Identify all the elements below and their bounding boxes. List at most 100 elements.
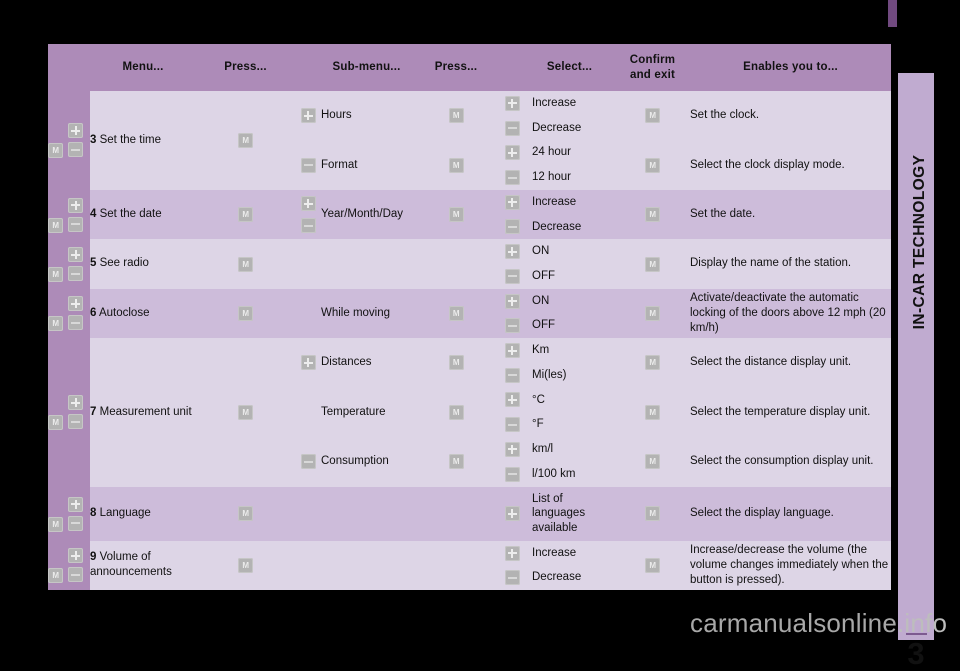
minus-button-icon[interactable] (68, 315, 83, 331)
press-submenu-cell[interactable]: M (412, 437, 500, 487)
mode-button-icon[interactable]: M (238, 305, 253, 321)
select-icon-cell[interactable] (500, 189, 524, 215)
nav-cell[interactable]: M (48, 288, 90, 339)
plus-button-icon[interactable] (68, 197, 83, 213)
select-icon-cell[interactable] (500, 362, 524, 388)
nav-button-cluster[interactable]: M (48, 197, 90, 233)
minus-button-icon[interactable] (504, 170, 520, 186)
mode-button-icon[interactable]: M (645, 557, 660, 573)
mode-button-icon[interactable]: M (645, 355, 660, 371)
minus-button-icon[interactable] (504, 367, 520, 383)
mode-button-icon[interactable]: M (645, 207, 660, 223)
mode-button-icon[interactable]: M (448, 157, 464, 173)
confirm-cell[interactable]: M (615, 288, 690, 339)
plus-button-icon[interactable] (68, 296, 83, 312)
minus-button-icon[interactable] (300, 157, 316, 173)
select-icon-cell[interactable] (500, 486, 524, 541)
plus-button-icon[interactable] (504, 506, 520, 522)
minus-button-icon[interactable] (68, 142, 83, 158)
mode-button-icon[interactable]: M (448, 404, 464, 420)
select-icon-cell[interactable] (500, 91, 524, 116)
mode-button-icon[interactable]: M (48, 516, 63, 532)
press-submenu-cell[interactable]: M (412, 189, 500, 240)
confirm-cell[interactable]: M (615, 338, 690, 388)
press-menu-cell[interactable]: M (196, 288, 295, 339)
plus-button-icon[interactable] (504, 145, 520, 161)
plus-button-icon[interactable] (300, 196, 316, 212)
select-icon-cell[interactable] (500, 461, 524, 487)
plus-button-icon[interactable] (504, 441, 520, 457)
mode-button-icon[interactable]: M (48, 415, 63, 431)
nav-cell[interactable]: M (48, 486, 90, 541)
confirm-cell[interactable]: M (615, 140, 690, 190)
minus-button-icon[interactable] (504, 318, 520, 334)
mode-button-icon[interactable]: M (645, 404, 660, 420)
select-icon-cell[interactable] (500, 387, 524, 413)
press-submenu-cell[interactable]: M (412, 288, 500, 339)
minus-button-icon[interactable] (504, 570, 520, 586)
confirm-cell[interactable]: M (615, 239, 690, 289)
mode-button-icon[interactable]: M (48, 217, 63, 233)
minus-button-icon[interactable] (504, 417, 520, 433)
nav-cell[interactable]: M (48, 189, 90, 240)
plus-button-icon[interactable] (504, 392, 520, 408)
press-menu-cell[interactable]: M (196, 338, 295, 487)
select-icon-cell[interactable] (500, 437, 524, 462)
nav-cell[interactable]: M (48, 91, 90, 190)
press-submenu-cell[interactable]: M (412, 140, 500, 190)
minus-button-icon[interactable] (68, 414, 83, 430)
nav-button-cluster[interactable]: M (48, 296, 90, 332)
minus-button-icon[interactable] (68, 266, 83, 282)
mode-button-icon[interactable]: M (645, 305, 660, 321)
nav-cell[interactable]: M (48, 338, 90, 487)
mode-button-icon[interactable]: M (238, 132, 253, 148)
select-icon-cell[interactable] (500, 565, 524, 591)
mode-button-icon[interactable]: M (645, 157, 660, 173)
mode-button-icon[interactable]: M (238, 506, 253, 522)
plus-button-icon[interactable] (300, 355, 316, 371)
plus-button-icon[interactable] (68, 496, 83, 512)
plus-button-icon[interactable] (504, 194, 520, 210)
mode-button-icon[interactable]: M (645, 506, 660, 522)
mode-button-icon[interactable]: M (448, 454, 464, 470)
confirm-cell[interactable]: M (615, 387, 690, 438)
minus-button-icon[interactable] (504, 268, 520, 284)
plus-button-icon[interactable] (68, 247, 83, 263)
nav-button-cluster[interactable]: M (48, 395, 90, 431)
mode-button-icon[interactable]: M (48, 568, 63, 584)
mode-button-icon[interactable]: M (448, 355, 464, 371)
submenu-icon-cell[interactable] (295, 437, 321, 487)
mode-button-icon[interactable]: M (645, 256, 660, 272)
select-icon-cell[interactable] (500, 165, 524, 190)
select-icon-cell[interactable] (500, 313, 524, 339)
press-menu-cell[interactable]: M (196, 189, 295, 240)
mode-button-icon[interactable]: M (448, 108, 464, 124)
nav-button-cluster[interactable]: M (48, 247, 90, 283)
nav-cell[interactable]: M (48, 540, 90, 591)
nav-button-cluster[interactable]: M (48, 548, 90, 584)
submenu-icon-cell[interactable] (295, 338, 321, 388)
mode-button-icon[interactable]: M (48, 316, 63, 332)
mode-button-icon[interactable]: M (238, 404, 253, 420)
plus-button-icon[interactable] (504, 95, 520, 111)
confirm-cell[interactable]: M (615, 486, 690, 541)
select-icon-cell[interactable] (500, 288, 524, 314)
mode-button-icon[interactable]: M (645, 108, 660, 124)
plus-button-icon[interactable] (504, 343, 520, 359)
select-icon-cell[interactable] (500, 264, 524, 289)
select-icon-cell[interactable] (500, 115, 524, 141)
mode-button-icon[interactable]: M (238, 557, 253, 573)
plus-button-icon[interactable] (68, 548, 83, 564)
select-icon-cell[interactable] (500, 239, 524, 265)
plus-button-icon[interactable] (504, 293, 520, 309)
submenu-icon-cell[interactable] (295, 140, 321, 190)
mode-button-icon[interactable]: M (645, 454, 660, 470)
press-menu-cell[interactable]: M (196, 540, 295, 591)
minus-button-icon[interactable] (504, 120, 520, 136)
minus-button-icon[interactable] (504, 466, 520, 482)
mode-button-icon[interactable]: M (238, 256, 253, 272)
mode-button-icon[interactable]: M (448, 305, 464, 321)
confirm-cell[interactable]: M (615, 189, 690, 240)
submenu-stepper[interactable] (295, 196, 321, 234)
select-icon-cell[interactable] (500, 412, 524, 438)
